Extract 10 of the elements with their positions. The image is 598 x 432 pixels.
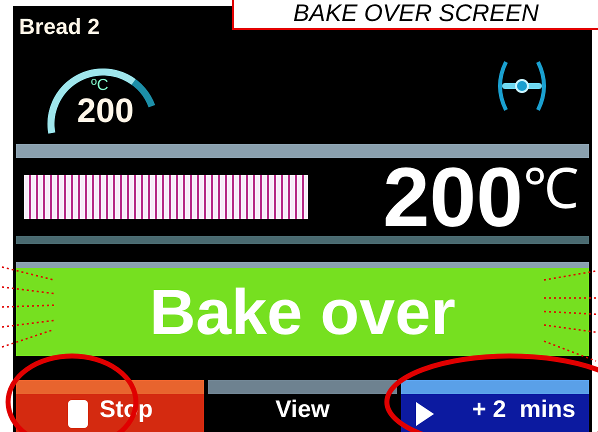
gauge-unit: ºC: [91, 78, 108, 94]
caption-text: BAKE OVER SCREEN: [293, 2, 539, 26]
stop-icon: [68, 400, 88, 428]
temperature-unit: ℃: [523, 161, 579, 217]
program-name: Bread 2: [19, 16, 101, 38]
gauge-value: 200: [77, 94, 134, 128]
extend-button[interactable]: + 2 mins: [400, 380, 589, 432]
play-icon: [414, 400, 436, 428]
temperature-value: 200: [382, 155, 523, 239]
status-banner: Bake over: [16, 262, 589, 356]
